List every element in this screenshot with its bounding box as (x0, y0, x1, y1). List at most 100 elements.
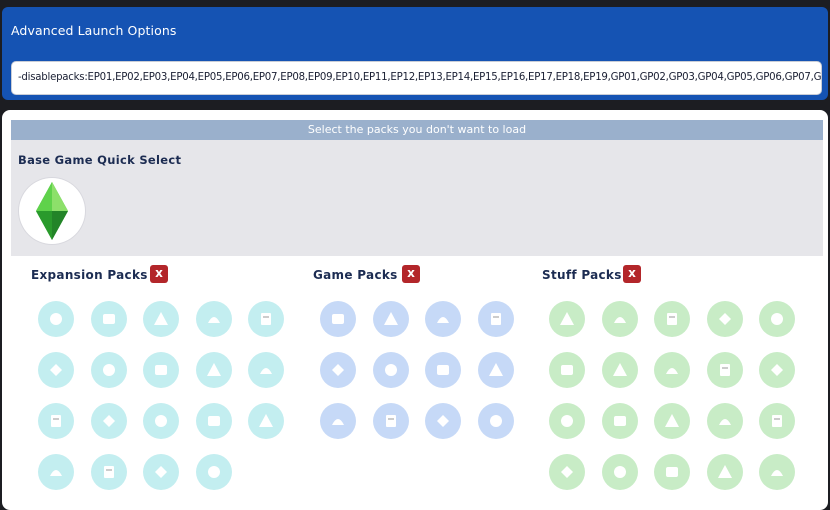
sp-pack-button[interactable] (654, 352, 690, 388)
ep-pack-button[interactable] (248, 301, 284, 337)
sp-clear-button[interactable]: x (623, 265, 641, 283)
tower-icon (437, 365, 449, 375)
drink-icon (666, 368, 678, 374)
ep-pack-button[interactable] (38, 403, 74, 439)
rose-icon (561, 365, 573, 375)
gp-pack-button[interactable] (477, 403, 514, 439)
base-game-section: Base Game Quick Select (11, 140, 823, 256)
graduation-cap-icon (155, 365, 167, 375)
home-icon (561, 466, 573, 478)
card-icon (155, 466, 167, 478)
city-icon (154, 312, 168, 325)
ep-pack-button[interactable] (38, 352, 74, 388)
gp-clear-button[interactable]: x (402, 265, 420, 283)
sneaker-icon (561, 415, 573, 427)
base-game-button[interactable] (19, 178, 85, 244)
sp-pack-button[interactable] (549, 301, 585, 337)
cottage-icon (51, 415, 61, 427)
sp-pack-button[interactable] (706, 403, 743, 439)
sp-pack-button[interactable] (759, 301, 795, 337)
launch-options-title: Advanced Launch Options (11, 23, 177, 38)
launch-options-panel: Advanced Launch Options -disablepacks:EP… (2, 7, 828, 100)
sp-pack-button[interactable] (549, 454, 585, 490)
gp-pack-button[interactable] (425, 301, 461, 337)
ep-pack-button[interactable] (90, 403, 127, 439)
plumbob-icon (36, 182, 68, 240)
gp-pack-button[interactable] (425, 403, 461, 439)
island-icon (102, 364, 115, 376)
paw-icon (207, 317, 220, 323)
bathtub-icon (613, 317, 626, 323)
ep-pack-button[interactable] (143, 403, 179, 439)
packs-header: Select the packs you don't want to load (11, 120, 823, 140)
apartment-icon (259, 414, 273, 427)
sp-pack-button[interactable] (759, 352, 795, 388)
ep-pack-button[interactable] (143, 352, 179, 388)
house-icon (385, 415, 396, 427)
ep-pack-button[interactable] (90, 352, 127, 388)
pendant-icon (771, 470, 783, 476)
sp-pack-button[interactable] (706, 454, 743, 490)
sp-pack-button[interactable] (549, 352, 585, 388)
packs-panel: Select the packs you don't want to load … (2, 110, 828, 510)
ep-pack-button[interactable] (195, 454, 232, 490)
sp-pack-button[interactable] (601, 352, 638, 388)
ice-cream-icon (667, 313, 677, 325)
fangs-icon (490, 313, 501, 325)
gp-group-title: Game Packs (313, 268, 398, 282)
tuxedo-icon (719, 364, 730, 376)
sp-pack-button[interactable] (549, 403, 585, 439)
heart-flower-icon (50, 470, 62, 476)
robot-icon (384, 364, 397, 376)
sp-pack-button[interactable] (759, 454, 795, 490)
raven-icon (103, 466, 114, 478)
sp-pack-button[interactable] (706, 301, 743, 337)
teddy-icon (718, 419, 731, 425)
launch-options-input[interactable]: -disablepacks:EP01,EP02,EP03,EP04,EP05,E… (11, 61, 822, 95)
portal-icon (437, 415, 449, 427)
gp-pack-button[interactable] (425, 352, 461, 388)
gp-pack-button[interactable] (372, 301, 409, 337)
ep-pack-button[interactable] (38, 301, 74, 337)
lotus-icon (383, 312, 398, 325)
leaf-drop-icon (666, 467, 678, 477)
weather-icon (261, 313, 271, 325)
briefcase-icon (50, 313, 62, 325)
sp-pack-button[interactable] (601, 301, 638, 337)
ep-pack-button[interactable] (143, 301, 179, 337)
letter-m-icon (772, 415, 782, 427)
ep-pack-button[interactable] (195, 301, 232, 337)
ep-pack-button[interactable] (90, 454, 127, 490)
pumpkin-icon (718, 313, 731, 325)
gp-pack-button[interactable] (372, 403, 409, 439)
palette-icon (332, 419, 344, 425)
sp-pack-button[interactable] (706, 352, 743, 388)
lightbulb-icon (206, 363, 221, 376)
ep-pack-button[interactable] (38, 454, 74, 490)
ep-pack-button[interactable] (248, 403, 284, 439)
gp-pack-button[interactable] (320, 352, 356, 388)
ep-group-title: Expansion Packs (31, 268, 148, 282)
utensils-icon (437, 317, 449, 323)
gp-pack-button[interactable] (477, 352, 514, 388)
book-icon (488, 363, 503, 376)
sp-pack-button[interactable] (654, 454, 690, 490)
gp-pack-button[interactable] (320, 403, 356, 439)
gp-pack-button[interactable] (477, 301, 514, 337)
sp-pack-button[interactable] (654, 301, 690, 337)
ep-pack-button[interactable] (195, 403, 232, 439)
ep-pack-button[interactable] (195, 352, 232, 388)
gp-pack-button[interactable] (372, 352, 409, 388)
sp-pack-button[interactable] (654, 403, 690, 439)
gp-pack-button[interactable] (320, 301, 356, 337)
ep-pack-button[interactable] (143, 454, 179, 490)
sp-pack-button[interactable] (601, 403, 638, 439)
wave-icon (102, 415, 115, 427)
director-chair-icon (50, 364, 62, 376)
sp-pack-button[interactable] (601, 454, 638, 490)
ep-clear-button[interactable]: x (150, 265, 168, 283)
ep-pack-button[interactable] (90, 301, 127, 337)
sp-pack-button[interactable] (759, 403, 795, 439)
bowling-icon (771, 364, 783, 376)
ep-pack-button[interactable] (248, 352, 284, 388)
